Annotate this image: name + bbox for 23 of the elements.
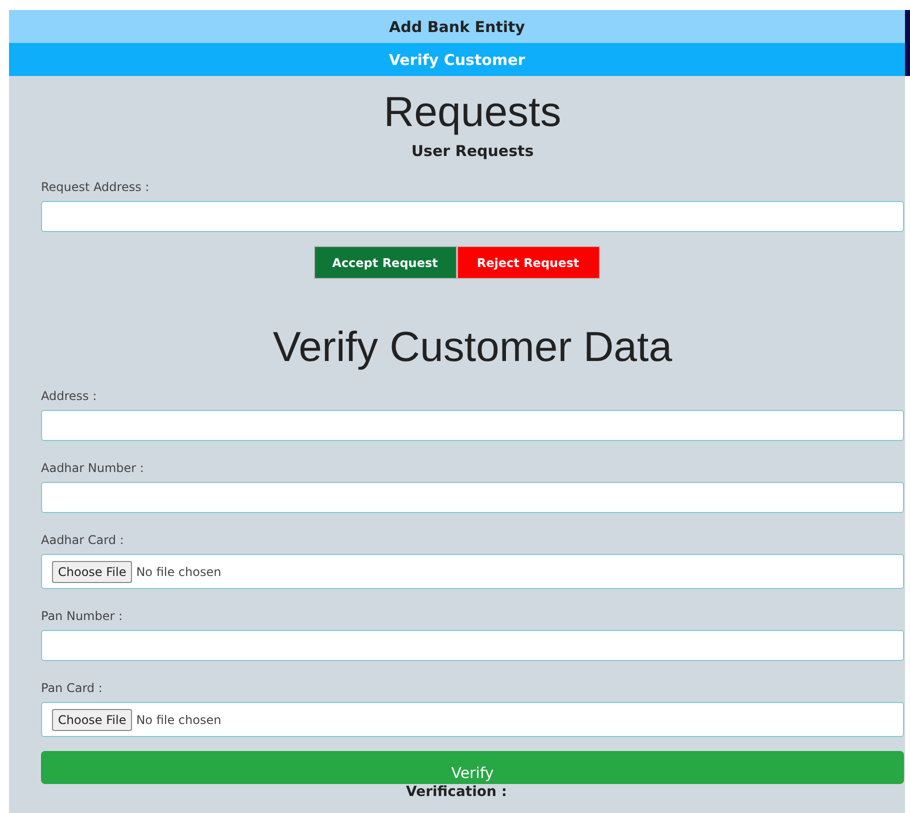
field-label: Request Address :: [41, 180, 150, 194]
file-field[interactable]: Choose File No file chosen: [41, 702, 904, 737]
input-field[interactable]: [41, 410, 904, 441]
reject-button[interactable]: Reject Request: [456, 246, 600, 279]
field-label: Aadhar Number :: [41, 461, 145, 475]
input-field[interactable]: [41, 482, 904, 513]
verification-label: Verification :: [405, 784, 508, 800]
field-label: Address :: [41, 389, 98, 403]
field-label: Aadhar Card :: [41, 533, 125, 547]
section-subtitle: User Requests: [410, 142, 535, 160]
section-title: Verify Customer Data: [272, 323, 674, 371]
page-title: Requests: [382, 88, 562, 136]
file-field[interactable]: Choose File No file chosen: [41, 554, 904, 589]
choose-file-button[interactable]: Choose File: [52, 560, 132, 582]
input-field[interactable]: [41, 630, 904, 661]
accept-button[interactable]: Accept Request: [314, 246, 456, 279]
input-field[interactable]: [41, 201, 904, 232]
field-label: Pan Card :: [41, 681, 104, 695]
choose-file-button[interactable]: Choose File: [52, 708, 132, 730]
nav-tab[interactable]: Add Bank Entity: [9, 10, 905, 43]
file-status: No file chosen: [136, 712, 222, 726]
field-label: Pan Number :: [41, 609, 124, 623]
file-status: No file chosen: [136, 564, 222, 578]
